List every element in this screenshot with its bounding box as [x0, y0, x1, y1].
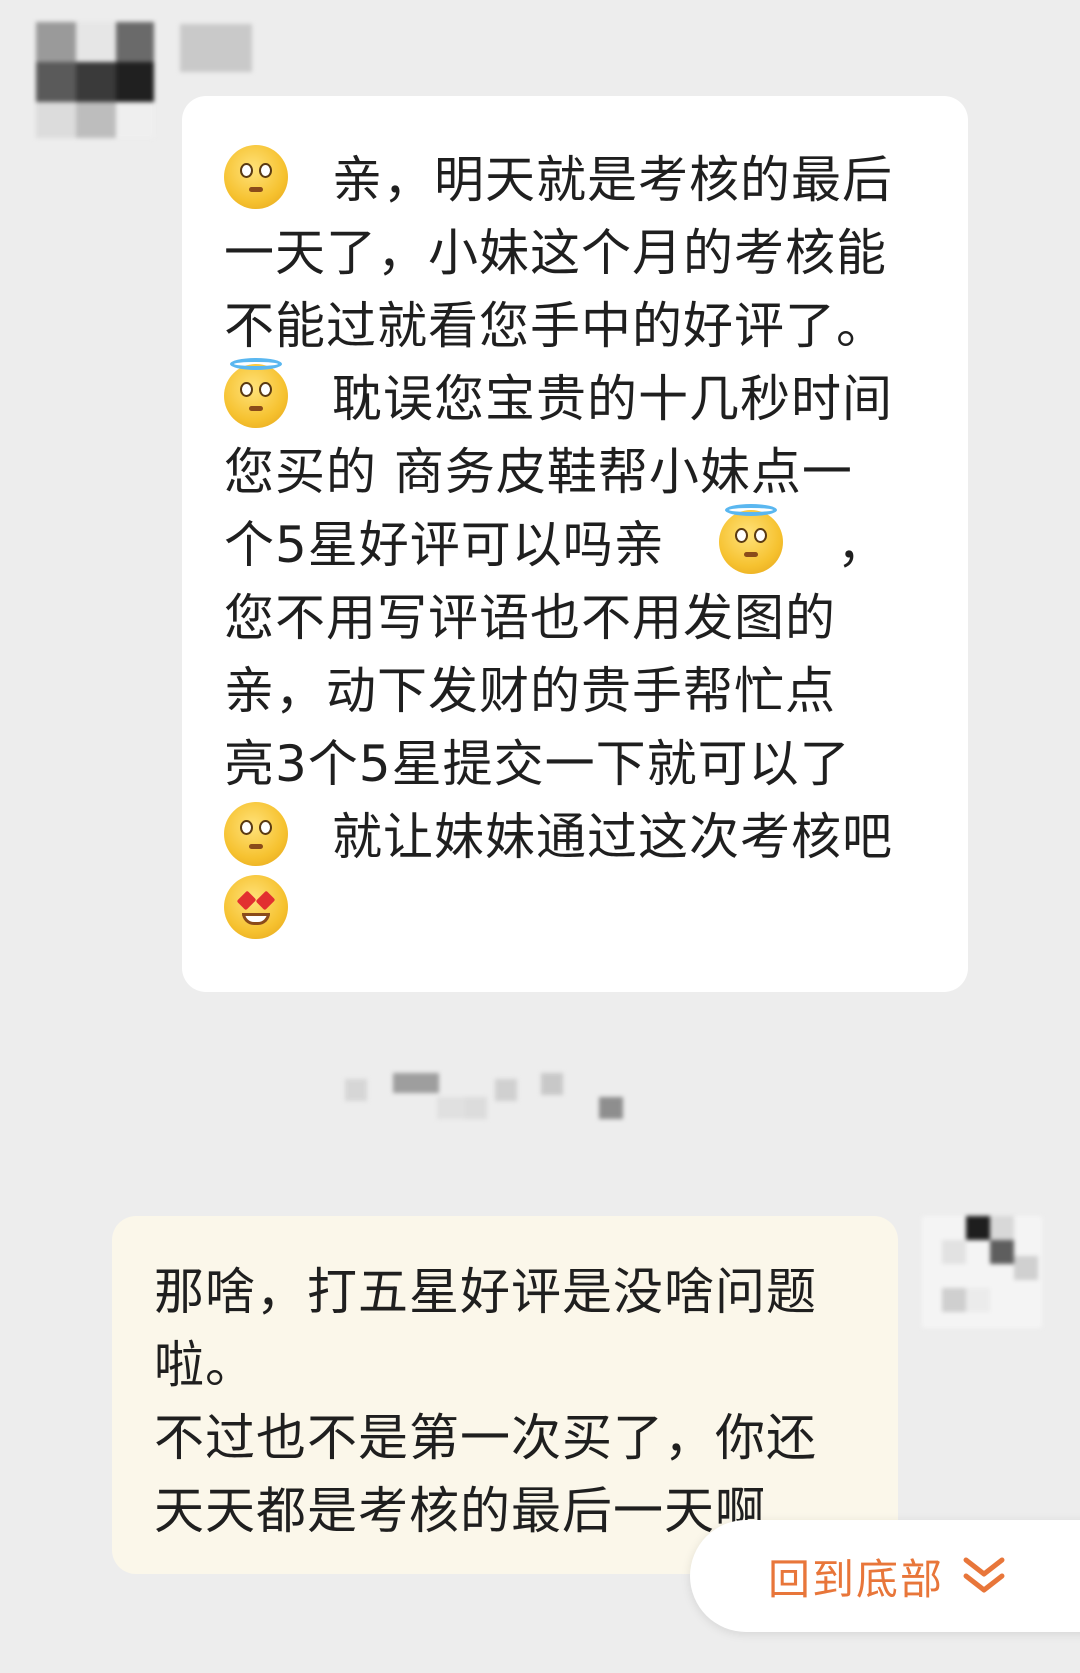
message-text-trailing: ，: [836, 516, 888, 574]
message-line: 亲，动下发财的贵手帮忙点: [224, 655, 928, 728]
message-line: 啦。: [154, 1329, 858, 1402]
message-line: 个5星好评可以吗亲 ，: [224, 504, 928, 582]
angel-face-icon: [224, 358, 288, 428]
message-line: 不过也不是第一次买了，你还: [154, 1402, 858, 1475]
message-line: 那啥，打五星好评是没啥问题: [154, 1256, 858, 1329]
message-text: 就让妹妹通过这次考核吧: [332, 808, 893, 866]
message-line: 不能过就看您手中的好评了。: [224, 290, 928, 363]
message-line: 您不用写评语也不用发图的: [224, 582, 928, 655]
message-text: 天天都是考核的最后一天啊: [154, 1482, 766, 1540]
message-line: 您买的 商务皮鞋帮小妹点一: [224, 436, 928, 509]
message-text: 亲，动下发财的贵手帮忙点: [224, 662, 836, 720]
pleading-face-icon: [224, 145, 288, 209]
sender-avatar[interactable]: [36, 22, 154, 138]
angel-face-icon: [718, 504, 783, 574]
sender-name: [180, 24, 252, 72]
message-text: 您买的 商务皮鞋帮小妹点一: [224, 443, 853, 501]
self-avatar[interactable]: [922, 1216, 1042, 1328]
incoming-message-bubble[interactable]: 亲，明天就是考核的最后一天了，小妹这个月的考核能 不能过就看您手中的好评了。耽误您…: [182, 96, 968, 992]
star-struck-face-icon: [224, 875, 288, 939]
message-text: 一天了，小妹这个月的考核能: [224, 224, 887, 282]
message-text: 不过也不是第一次买了，你还: [154, 1409, 817, 1467]
message-text: 亲，明天就是考核的最后: [332, 151, 893, 209]
message-text: 亮3个5星提交一下就可以了: [224, 735, 851, 793]
message-text: 个5星好评可以吗亲: [224, 516, 665, 574]
message-text: 您不用写评语也不用发图的: [224, 589, 836, 647]
message-text: 耽误您宝贵的十几秒时间: [332, 370, 893, 428]
message-line: 亲，明天就是考核的最后: [224, 144, 928, 217]
back-to-bottom-button[interactable]: 回到底部: [690, 1520, 1080, 1632]
double-chevron-down-icon: [963, 1557, 1005, 1593]
message-line: 一天了，小妹这个月的考核能: [224, 217, 928, 290]
message-line: 耽误您宝贵的十几秒时间: [224, 358, 928, 436]
message-line: 亮3个5星提交一下就可以了: [224, 728, 928, 801]
message-text: 不能过就看您手中的好评了。: [224, 297, 887, 355]
pleading-face-icon: [224, 802, 288, 866]
message-text: 那啥，打五星好评是没啥问题: [154, 1263, 817, 1321]
timestamp: [345, 1073, 690, 1121]
back-to-bottom-label: 回到底部: [768, 1554, 945, 1604]
message-line: 就让妹妹通过这次考核吧: [224, 801, 928, 874]
message-line: [224, 874, 928, 947]
message-text: 啦。: [154, 1336, 256, 1394]
